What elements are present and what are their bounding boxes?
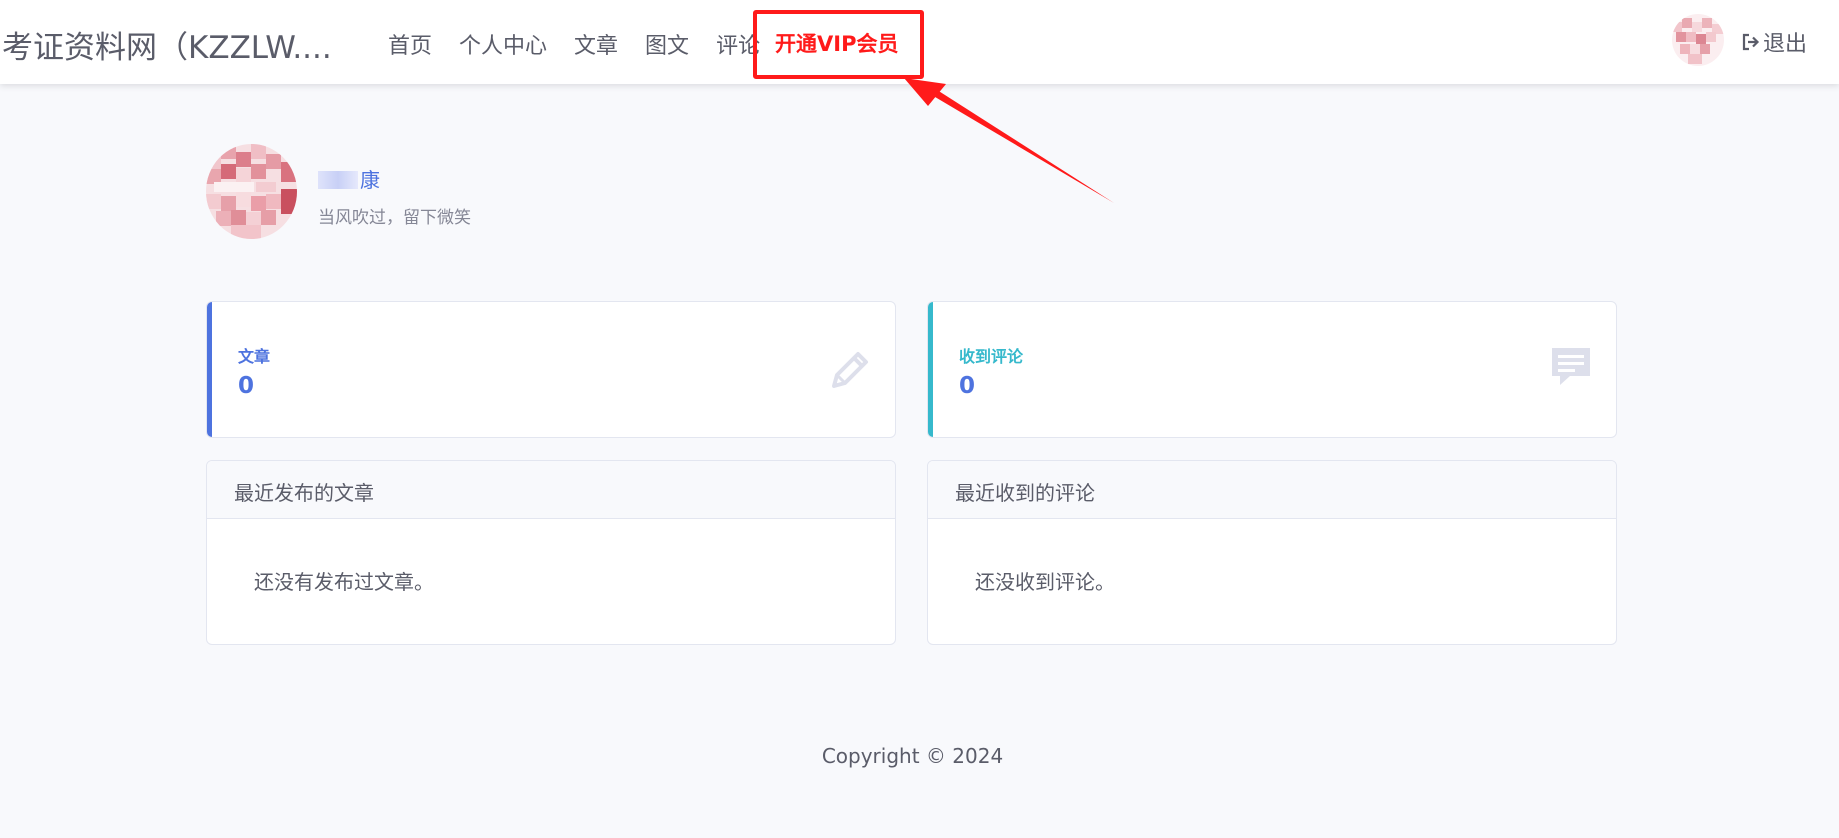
profile-username-text: 康 [360,168,380,192]
redacted-name-part [318,171,358,189]
stat-card-articles: 文章 0 [206,301,896,438]
main-nav: 首页 个人中心 文章 图文 评论 [388,28,787,60]
stat-value: 0 [238,373,255,399]
panel-recent-comments: 最近收到的评论 还没收到评论。 [927,460,1617,645]
pencil-icon [832,352,868,388]
comment-icon [1552,348,1590,385]
logout-button[interactable]: 退出 [1741,26,1807,58]
stat-value: 0 [959,373,976,399]
sign-out-icon [1742,33,1760,51]
panel-title: 最近发布的文章 [207,461,895,519]
stat-card-accent [928,302,933,437]
avatar-pixelated-image [1672,14,1724,66]
stat-label: 收到评论 [959,347,1024,366]
stat-card-accent [207,302,212,437]
user-avatar[interactable] [1672,14,1724,66]
profile-avatar [206,144,297,239]
stat-label: 文章 [238,347,271,366]
panel-title: 最近收到的评论 [928,461,1616,519]
top-navbar: 考证资料网（KZZLW.... 首页 个人中心 文章 图文 评论 开通VIP会员 [0,0,1839,84]
panel-recent-articles: 最近发布的文章 还没有发布过文章。 [206,460,896,645]
nav-home[interactable]: 首页 [388,28,432,60]
nav-vip-membership[interactable]: 开通VIP会员 [775,28,898,58]
footer-copyright: Copyright © 2024 [821,744,1004,768]
nav-image-posts[interactable]: 图文 [645,28,689,60]
nav-articles[interactable]: 文章 [574,28,618,60]
nav-personal-center[interactable]: 个人中心 [459,28,547,60]
profile-avatar-pixelated-image [206,144,297,239]
stat-card-comments: 收到评论 0 [927,301,1617,438]
logout-label: 退出 [1763,32,1808,57]
site-brand[interactable]: 考证资料网（KZZLW.... [2,22,332,67]
profile-username[interactable]: 康 [318,164,380,193]
annotation-arrow-shaft [930,88,1114,203]
panel-empty-text: 还没收到评论。 [975,570,1115,594]
panel-empty-text: 还没有发布过文章。 [254,570,434,594]
profile-motto: 当风吹过，留下微笑 [318,208,471,228]
